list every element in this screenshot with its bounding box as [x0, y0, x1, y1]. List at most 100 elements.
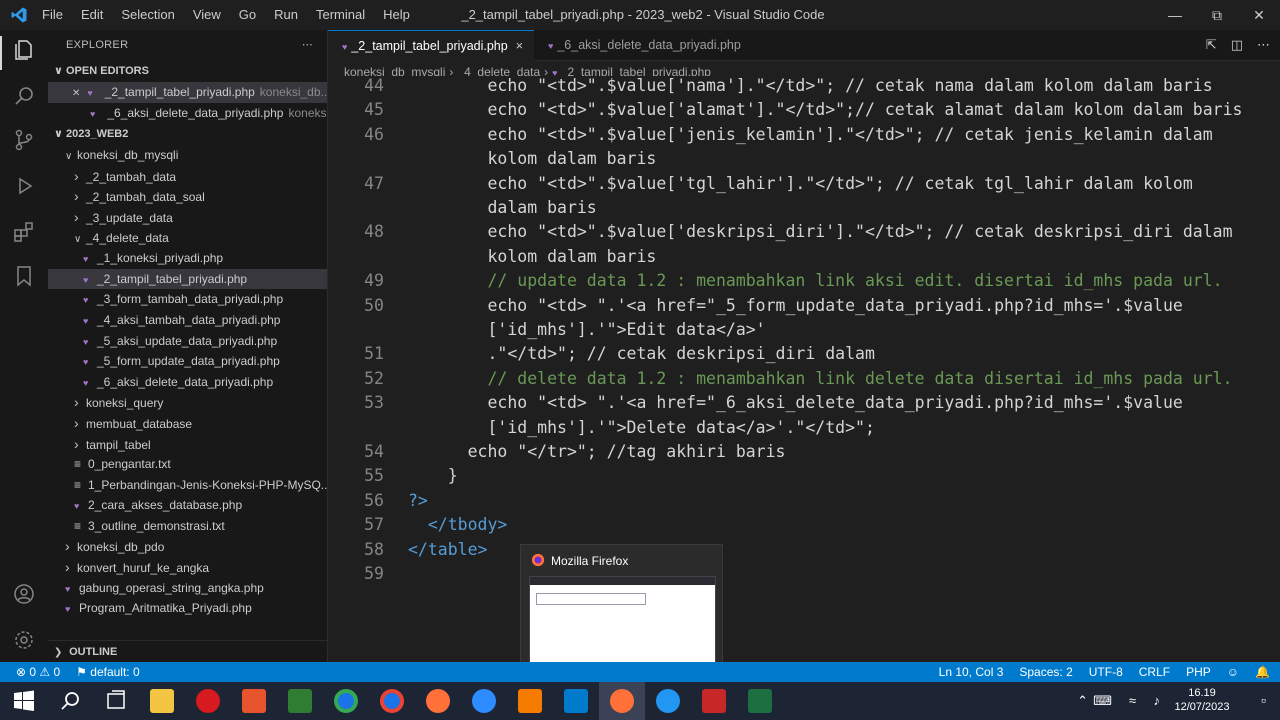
folder-item[interactable]: ∨ koneksi_db_mysqli — [48, 145, 327, 166]
account-icon[interactable] — [12, 582, 36, 606]
folder-item[interactable]: › konvert_huruf_ke_angka — [48, 557, 327, 578]
window-thumbnail[interactable] — [529, 576, 716, 676]
code-line[interactable]: ['id_mhs'].'">Edit data</a>' — [408, 320, 765, 339]
code-line[interactable]: echo "<td> ".'<a href="_5_form_update_da… — [408, 296, 1182, 315]
xampp-icon[interactable] — [518, 689, 542, 713]
folder-item[interactable]: › _2_tambah_data — [48, 166, 327, 187]
profile-status[interactable]: ⚑ default: 0 — [76, 662, 139, 682]
maximize-icon[interactable]: ⧉ — [1196, 0, 1238, 30]
extensions-icon[interactable] — [12, 220, 36, 244]
pdf-app-icon[interactable] — [702, 689, 726, 713]
taskbar-preview-popup[interactable]: Mozilla Firefox — [520, 544, 723, 680]
search-icon[interactable] — [12, 84, 36, 108]
firefox-icon[interactable] — [610, 689, 634, 713]
opera-icon[interactable] — [196, 689, 220, 713]
code-line[interactable]: echo "<td>".$value['deskripsi_diri']."</… — [408, 222, 1232, 241]
firefox-icon[interactable] — [426, 689, 450, 713]
file-item[interactable]: ♥ Program_Aritmatika_Priyadi.php — [48, 598, 327, 619]
file-item[interactable]: ♥ _2_tampil_tabel_priyadi.php — [48, 268, 327, 290]
notifications-icon[interactable]: 🔔 — [1255, 662, 1270, 682]
more-actions-icon[interactable]: ⋯ — [302, 30, 313, 60]
close-tab-icon[interactable]: × — [516, 39, 523, 53]
code-line[interactable]: echo "</tr>"; //tag akhiri baris — [408, 442, 786, 461]
line-ending[interactable]: CRLF — [1139, 662, 1170, 682]
code-editor[interactable]: 44 echo "<td>".$value['nama']."</td>"; /… — [328, 76, 1280, 662]
bookmark-icon[interactable] — [12, 264, 36, 288]
workspace-section[interactable]: ∨ 2023_WEB2 — [48, 123, 327, 145]
file-item[interactable]: ♥ _5_form_update_data_priyadi.php — [48, 351, 327, 372]
volume-icon[interactable]: ♪ — [1154, 693, 1161, 708]
folder-item[interactable]: › koneksi_db_pdo — [48, 536, 327, 557]
settings-gear-icon[interactable] — [12, 628, 36, 652]
indentation[interactable]: Spaces: 2 — [1019, 662, 1072, 682]
code-line[interactable]: echo "<td>".$value['alamat']."</td>";// … — [408, 100, 1242, 119]
split-editor-icon[interactable]: ◫ — [1231, 37, 1243, 53]
more-actions-icon[interactable]: ⋯ — [1257, 37, 1270, 53]
source-control-icon[interactable] — [12, 128, 36, 152]
run-debug-icon[interactable] — [12, 174, 36, 198]
slides-app-icon[interactable] — [242, 689, 266, 713]
code-line[interactable]: // delete data 1.2 : menambahkan link de… — [408, 369, 1232, 388]
code-line[interactable]: kolom dalam baris — [408, 149, 656, 168]
vscode-icon[interactable] — [564, 689, 588, 713]
task-view-icon[interactable] — [104, 689, 128, 713]
code-line[interactable]: ?> — [408, 491, 428, 510]
network-app-icon[interactable] — [656, 689, 680, 713]
file-item[interactable]: ≡ 3_outline_demonstrasi.txt — [48, 516, 327, 537]
zoom-icon[interactable] — [472, 689, 496, 713]
folder-item[interactable]: › koneksi_query — [48, 392, 327, 413]
code-line[interactable]: kolom dalam baris — [408, 247, 656, 266]
file-item[interactable]: ♥ _1_koneksi_priyadi.php — [48, 248, 327, 269]
open-editor-item[interactable]: ♥ _6_aksi_delete_data_priyadi.php koneks.… — [48, 103, 327, 124]
tab-aksi-delete[interactable]: ♥ _6_aksi_delete_data_priyadi.php — [534, 30, 764, 61]
feedback-icon[interactable]: ☺ — [1227, 662, 1239, 682]
code-line[interactable]: dalam baris — [408, 198, 596, 217]
excel-icon[interactable] — [748, 689, 772, 713]
keyboard-icon[interactable]: ⌨ — [1093, 693, 1112, 709]
code-line[interactable]: // update data 1.2 : menambahkan link ak… — [408, 271, 1222, 290]
code-line[interactable]: echo "<td> ".'<a href="_6_aksi_delete_da… — [408, 393, 1182, 412]
folder-item[interactable]: › _2_tambah_data_soal — [48, 186, 327, 207]
tab-tampil-tabel[interactable]: ♥ _2_tampil_tabel_priyadi.php × — [328, 30, 534, 61]
spreadsheet-app-icon[interactable] — [288, 689, 312, 713]
open-preview-icon[interactable]: ⇱ — [1206, 37, 1217, 53]
file-item[interactable]: ≡ 0_pengantar.txt — [48, 454, 327, 475]
language-mode[interactable]: PHP — [1186, 662, 1211, 682]
chrome-icon[interactable] — [334, 689, 358, 713]
clock[interactable]: 16.19 12/07/2023 — [1172, 686, 1232, 714]
problems-status[interactable]: ⊗ 0 ⚠ 0 — [16, 662, 60, 682]
code-line[interactable]: ."</td>"; // cetak deskripsi_diri dalam — [408, 344, 874, 363]
chrome-profile-icon[interactable] — [380, 689, 404, 713]
code-line[interactable]: } — [408, 466, 458, 485]
file-item[interactable]: ♥ _3_form_tambah_data_priyadi.php — [48, 289, 327, 310]
folder-item[interactable]: › tampil_tabel — [48, 434, 327, 455]
file-item[interactable]: ≡ 1_Perbandingan-Jenis-Koneksi-PHP-MySQ..… — [48, 475, 327, 496]
file-explorer-icon[interactable] — [150, 689, 174, 713]
explorer-icon[interactable] — [12, 38, 36, 62]
windows-start-icon[interactable] — [12, 689, 36, 713]
file-item[interactable]: ♥ 2_cara_akses_database.php — [48, 495, 327, 516]
file-item[interactable]: ♥ gabung_operasi_string_angka.php — [48, 578, 327, 599]
encoding[interactable]: UTF-8 — [1089, 662, 1123, 682]
code-line[interactable]: echo "<td>".$value['nama']."</td>"; // c… — [408, 76, 1212, 95]
outline-section[interactable]: ❯ OUTLINE — [48, 640, 328, 662]
folder-item[interactable]: › membuat_database — [48, 413, 327, 434]
code-line[interactable]: </tbody> — [408, 515, 507, 534]
code-line[interactable]: ['id_mhs'].'">Delete data</a>'."</td>"; — [408, 418, 874, 437]
close-editor-icon[interactable]: ✕ — [72, 84, 84, 103]
minimize-icon[interactable]: — — [1154, 0, 1196, 30]
file-item[interactable]: ♥ _6_aksi_delete_data_priyadi.php — [48, 372, 327, 393]
file-item[interactable]: ♥ _5_aksi_update_data_priyadi.php — [48, 331, 327, 352]
open-editors-section[interactable]: ∨ OPEN EDITORS — [48, 60, 327, 82]
notification-center-icon[interactable]: ▫ — [1261, 692, 1266, 708]
code-line[interactable]: </table> — [408, 540, 487, 559]
file-item[interactable]: ♥ _4_aksi_tambah_data_priyadi.php — [48, 310, 327, 331]
code-line[interactable]: echo "<td>".$value['jenis_kelamin']."</t… — [408, 125, 1212, 144]
wifi-icon[interactable]: ≈ — [1129, 693, 1136, 708]
show-hidden-icons-icon[interactable]: ⌃ — [1077, 693, 1088, 709]
close-icon[interactable]: ✕ — [1238, 0, 1280, 30]
folder-item[interactable]: ∨ _4_delete_data — [48, 228, 327, 249]
folder-item[interactable]: › _3_update_data — [48, 207, 327, 228]
cursor-position[interactable]: Ln 10, Col 3 — [939, 662, 1004, 682]
code-line[interactable]: echo "<td>".$value['tgl_lahir']."</td>";… — [408, 174, 1192, 193]
